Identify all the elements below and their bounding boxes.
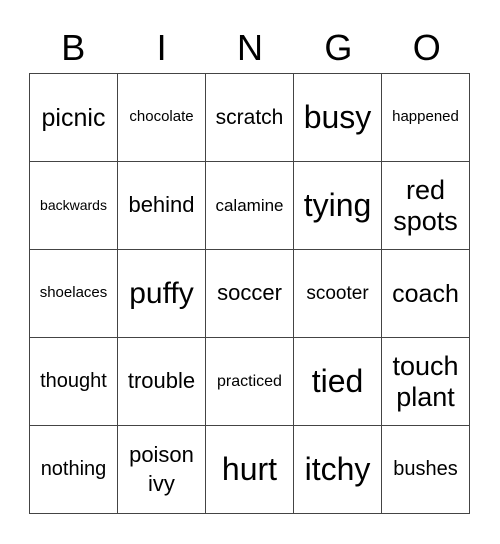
bingo-cell[interactable]: hurt (206, 426, 294, 514)
bingo-cell[interactable]: trouble (118, 338, 206, 426)
header-letter-n: N (236, 27, 263, 68)
header-letter-i: I (156, 27, 167, 68)
bingo-cell[interactable]: busy (294, 74, 382, 162)
bingo-cell[interactable]: red spots (382, 162, 470, 250)
header-letter-g: G (324, 27, 353, 68)
bingo-cell[interactable]: bushes (382, 426, 470, 514)
bingo-cell[interactable]: shoelaces (30, 250, 118, 338)
bingo-cell[interactable]: calamine (206, 162, 294, 250)
bingo-cell[interactable]: touch plant (382, 338, 470, 426)
bingo-cell[interactable]: practiced (206, 338, 294, 426)
bingo-cell[interactable]: itchy (294, 426, 382, 514)
bingo-cell[interactable]: soccer (206, 250, 294, 338)
bingo-cell[interactable]: backwards (30, 162, 118, 250)
bingo-cell[interactable]: chocolate (118, 74, 206, 162)
bingo-cell[interactable]: puffy (118, 250, 206, 338)
bingo-cell[interactable]: happened (382, 74, 470, 162)
bingo-cell[interactable]: thought (30, 338, 118, 426)
bingo-header: B I N G O (29, 26, 471, 70)
bingo-board: picnic chocolate scratch busy happened b… (29, 73, 470, 514)
bingo-cell[interactable]: nothing (30, 426, 118, 514)
bingo-cell[interactable]: tying (294, 162, 382, 250)
bingo-cell[interactable]: behind (118, 162, 206, 250)
bingo-cell[interactable]: picnic (30, 74, 118, 162)
bingo-cell[interactable]: scooter (294, 250, 382, 338)
bingo-cell[interactable]: coach (382, 250, 470, 338)
bingo-cell[interactable]: poison ivy (118, 426, 206, 514)
header-letter-o: O (412, 27, 441, 68)
bingo-cell[interactable]: tied (294, 338, 382, 426)
bingo-cell[interactable]: scratch (206, 74, 294, 162)
header-letter-b: B (61, 27, 86, 68)
